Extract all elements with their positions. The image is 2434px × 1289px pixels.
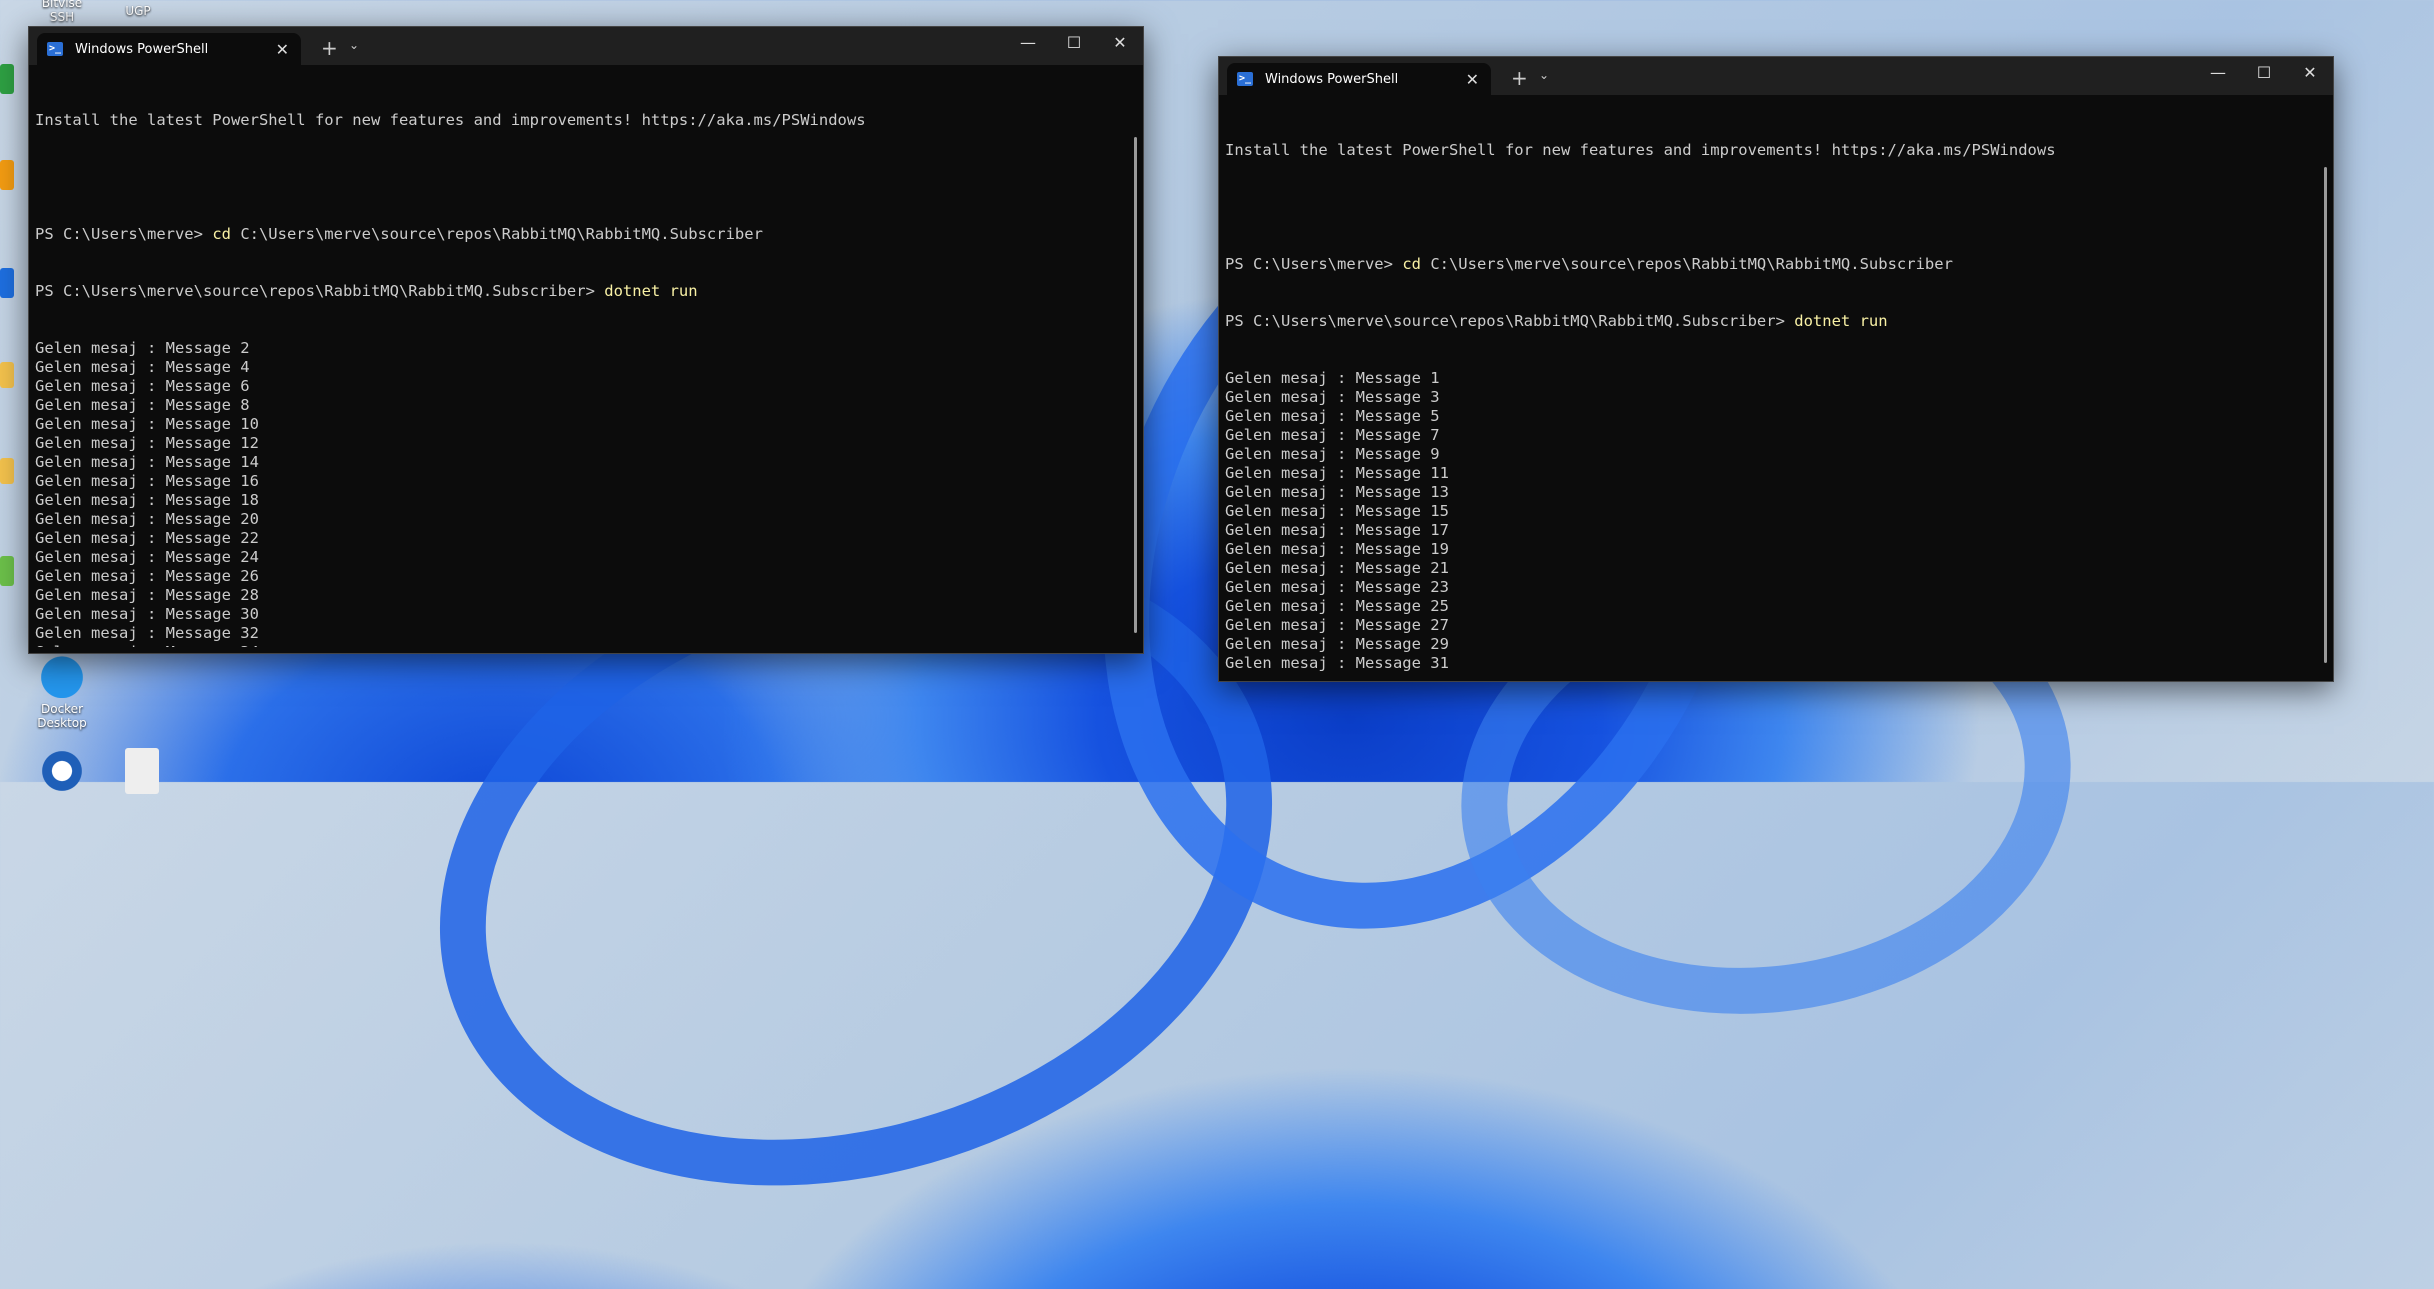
maximize-button[interactable]: ☐ — [1051, 33, 1097, 52]
command: dotnet run — [604, 282, 698, 300]
message-line: Gelen mesaj : Message 33 — [1225, 673, 2313, 675]
message-line: Gelen mesaj : Message 14 — [35, 453, 259, 471]
prompt-line: PS C:\Users\merve\source\repos\RabbitMQ\… — [1225, 312, 2313, 331]
command-arg: C:\Users\merve\source\repos\RabbitMQ\Rab… — [230, 225, 763, 243]
message-line: Gelen mesaj : Message 2 — [35, 339, 250, 357]
banner-line: Install the latest PowerShell for new fe… — [35, 111, 866, 129]
message-line: Gelen mesaj : Message 4 — [35, 358, 250, 376]
message-line: Gelen mesaj : Message 28 — [35, 586, 259, 604]
desktop-icon-ccleaner[interactable] — [30, 748, 94, 798]
prompt-line: PS C:\Users\merve\source\repos\RabbitMQ\… — [35, 282, 1123, 301]
message-line: Gelen mesaj : Message 25 — [1225, 597, 1449, 615]
message-line: Gelen mesaj : Message 6 — [35, 377, 250, 395]
minimize-button[interactable]: — — [1005, 33, 1051, 52]
file-icon — [125, 748, 159, 794]
message-line: Gelen mesaj : Message 34 — [35, 643, 1123, 647]
powershell-icon: >_ — [47, 42, 63, 56]
message-line: Gelen mesaj : Message 12 — [35, 434, 259, 452]
edge-app-icon[interactable] — [0, 556, 14, 586]
prompt: PS C:\Users\merve> — [35, 225, 213, 243]
docker-icon — [39, 652, 85, 698]
titlebar[interactable]: >_ Windows PowerShell ✕ + ⌄ — ☐ ✕ — [29, 27, 1143, 65]
powershell-window-left[interactable]: >_ Windows PowerShell ✕ + ⌄ — ☐ ✕ Instal… — [28, 26, 1144, 654]
scrollbar[interactable] — [2324, 167, 2327, 663]
message-line: Gelen mesaj : Message 8 — [35, 396, 250, 414]
message-list: Gelen mesaj : Message 2 Gelen mesaj : Mes… — [35, 339, 1123, 647]
chevron-down-icon[interactable]: ⌄ — [349, 38, 359, 52]
tab-title: Windows PowerShell — [75, 41, 209, 57]
message-line: Gelen mesaj : Message 9 — [1225, 445, 1440, 463]
tab-windows-powershell[interactable]: >_ Windows PowerShell ✕ — [1227, 63, 1491, 95]
ccleaner-icon — [39, 748, 85, 794]
message-line: Gelen mesaj : Message 22 — [35, 529, 259, 547]
message-line: Gelen mesaj : Message 31 — [1225, 654, 1449, 672]
command: cd — [212, 225, 231, 243]
edge-app-icon[interactable] — [0, 160, 14, 190]
desktop-icon-bitvise[interactable]: Bitvise SSH — [30, 0, 94, 24]
edge-folder-icon[interactable] — [0, 458, 14, 484]
message-line: Gelen mesaj : Message 26 — [35, 567, 259, 585]
new-tab-button[interactable]: + — [1511, 66, 1528, 90]
message-line: Gelen mesaj : Message 21 — [1225, 559, 1449, 577]
close-tab-icon[interactable]: ✕ — [276, 40, 289, 59]
tab-windows-powershell[interactable]: >_ Windows PowerShell ✕ — [37, 33, 301, 65]
message-line: Gelen mesaj : Message 10 — [35, 415, 259, 433]
prompt: PS C:\Users\merve\source\repos\RabbitMQ\… — [35, 282, 605, 300]
message-line: Gelen mesaj : Message 11 — [1225, 464, 1449, 482]
scrollbar[interactable] — [1134, 137, 1137, 633]
prompt-line: PS C:\Users\merve> cd C:\Users\merve\sou… — [35, 225, 1123, 244]
edge-app-icon[interactable] — [0, 64, 14, 94]
desktop-icon-file[interactable] — [110, 748, 174, 798]
message-line: Gelen mesaj : Message 7 — [1225, 426, 1440, 444]
minimize-button[interactable]: — — [2195, 63, 2241, 82]
tab-title: Windows PowerShell — [1265, 71, 1399, 87]
banner-line: Install the latest PowerShell for new fe… — [1225, 141, 2056, 159]
desktop-icon-ugp[interactable]: UGP — [106, 4, 170, 18]
command: cd — [1402, 255, 1421, 273]
prompt-line: PS C:\Users\merve> cd C:\Users\merve\sou… — [1225, 255, 2313, 274]
message-line: Gelen mesaj : Message 13 — [1225, 483, 1449, 501]
message-line: Gelen mesaj : Message 16 — [35, 472, 259, 490]
desktop-icon-docker[interactable]: Docker Desktop — [30, 652, 94, 730]
close-window-button[interactable]: ✕ — [2287, 63, 2333, 82]
powershell-window-right[interactable]: >_ Windows PowerShell ✕ + ⌄ — ☐ ✕ Instal… — [1218, 56, 2334, 682]
desktop-icon-label: UGP — [125, 4, 151, 18]
desktop-icon-label: Docker Desktop — [37, 702, 87, 730]
message-line: Gelen mesaj : Message 19 — [1225, 540, 1449, 558]
chevron-down-icon[interactable]: ⌄ — [1539, 68, 1549, 82]
prompt: PS C:\Users\merve\source\repos\RabbitMQ\… — [1225, 312, 1795, 330]
close-tab-icon[interactable]: ✕ — [1466, 70, 1479, 89]
message-line: Gelen mesaj : Message 32 — [35, 624, 259, 642]
prompt: PS C:\Users\merve> — [1225, 255, 1403, 273]
powershell-icon: >_ — [1237, 72, 1253, 86]
message-line: Gelen mesaj : Message 1 — [1225, 369, 1440, 387]
message-line: Gelen mesaj : Message 18 — [35, 491, 259, 509]
message-list: Gelen mesaj : Message 1 Gelen mesaj : Mes… — [1225, 369, 2313, 675]
message-line: Gelen mesaj : Message 27 — [1225, 616, 1449, 634]
message-line: Gelen mesaj : Message 17 — [1225, 521, 1449, 539]
titlebar[interactable]: >_ Windows PowerShell ✕ + ⌄ — ☐ ✕ — [1219, 57, 2333, 95]
maximize-button[interactable]: ☐ — [2241, 63, 2287, 82]
close-window-button[interactable]: ✕ — [1097, 33, 1143, 52]
command: dotnet run — [1794, 312, 1888, 330]
message-line: Gelen mesaj : Message 29 — [1225, 635, 1449, 653]
message-line: Gelen mesaj : Message 24 — [35, 548, 259, 566]
console-output[interactable]: Install the latest PowerShell for new fe… — [1225, 103, 2313, 675]
message-line: Gelen mesaj : Message 30 — [35, 605, 259, 623]
edge-folder-icon[interactable] — [0, 362, 14, 388]
message-line: Gelen mesaj : Message 20 — [35, 510, 259, 528]
command-arg: C:\Users\merve\source\repos\RabbitMQ\Rab… — [1420, 255, 1953, 273]
console-output[interactable]: Install the latest PowerShell for new fe… — [35, 73, 1123, 647]
new-tab-button[interactable]: + — [321, 36, 338, 60]
edge-app-icon[interactable] — [0, 268, 14, 298]
message-line: Gelen mesaj : Message 15 — [1225, 502, 1449, 520]
message-line: Gelen mesaj : Message 5 — [1225, 407, 1440, 425]
message-line: Gelen mesaj : Message 23 — [1225, 578, 1449, 596]
desktop-icon-label: Bitvise SSH — [41, 0, 83, 24]
message-line: Gelen mesaj : Message 3 — [1225, 388, 1440, 406]
